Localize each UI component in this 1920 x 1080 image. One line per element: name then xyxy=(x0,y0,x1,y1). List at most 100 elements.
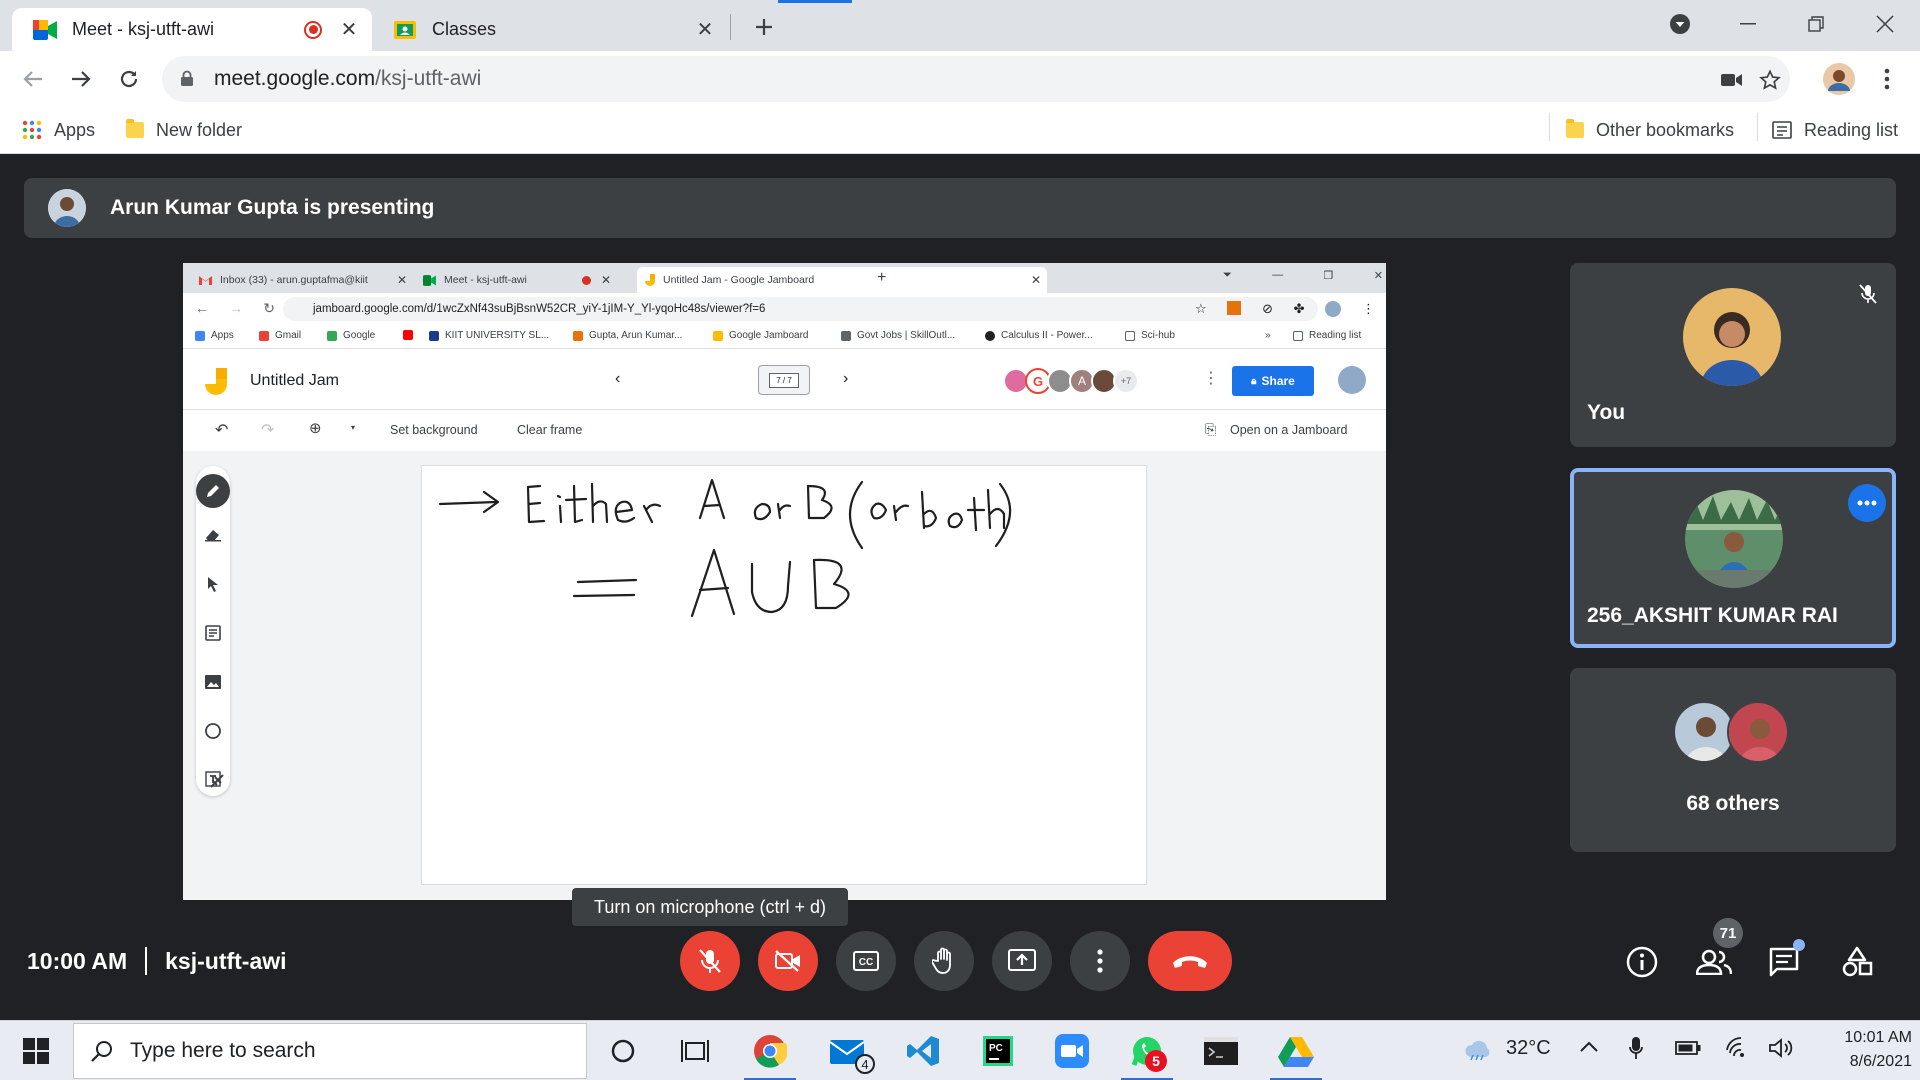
meeting-time: 10:00 AM xyxy=(27,947,128,974)
taskbar-vscode[interactable] xyxy=(893,1025,953,1077)
taskbar-clock[interactable]: 10:01 AM 8/6/2021 xyxy=(1810,1026,1912,1074)
shared-bookmark: Sci-hub xyxy=(1125,330,1175,341)
battery-icon[interactable] xyxy=(1675,1040,1701,1056)
reading-list-icon xyxy=(1772,120,1792,140)
shared-bookmark: Apps xyxy=(195,330,234,341)
image-tool-icon xyxy=(200,669,226,695)
close-window-button[interactable] xyxy=(1850,0,1920,48)
muted-mic-icon xyxy=(1851,277,1885,311)
mail-badge: 4 xyxy=(855,1054,875,1074)
tab-meet[interactable]: Meet - ksj-utft-awi ✕ xyxy=(12,8,372,51)
jamboard-side-tools xyxy=(196,466,230,796)
camera-in-use-icon[interactable] xyxy=(1718,66,1746,94)
bookmark-label: Apps xyxy=(54,119,96,140)
wifi-icon[interactable] xyxy=(1725,1036,1749,1058)
recording-icon xyxy=(581,275,591,285)
svg-text:PC: PC xyxy=(989,1043,1003,1054)
tab-loading-indicator xyxy=(778,0,852,3)
weather-temperature: 32°C xyxy=(1506,1037,1551,1059)
shared-reading-list: Reading list xyxy=(1293,330,1361,341)
frame-indicator: 7 / 7 xyxy=(758,365,810,395)
participant-options-icon[interactable] xyxy=(1848,484,1886,522)
raise-hand-button[interactable] xyxy=(914,931,974,991)
shared-tab-title: Inbox (33) - arun.guptafma@kiit xyxy=(220,274,368,286)
back-button[interactable] xyxy=(14,60,52,98)
browser-tabstrip: Meet - ksj-utft-awi ✕ Classes ✕ xyxy=(0,0,1920,51)
undo-icon: ↶ xyxy=(215,422,229,439)
nav-icons: ← → ↻ xyxy=(195,300,275,317)
participant-tile-akshit[interactable]: 256_AKSHIT KUMAR RAI xyxy=(1570,468,1896,648)
windows-start-button[interactable] xyxy=(6,1025,66,1077)
jamboard-header: Untitled Jam ‹ 7 / 7 › G A +7 ⋮ 🔒︎ Share xyxy=(183,350,1386,410)
profile-icon xyxy=(1325,301,1342,317)
bookmark-new-folder[interactable]: New folder xyxy=(126,116,242,144)
restore-button[interactable] xyxy=(1781,0,1851,48)
shared-toolbar: ← → ↻ jamboard.google.com/d/1wcZxNf43suBjB… xyxy=(183,293,1386,325)
present-screen-button[interactable] xyxy=(992,931,1052,991)
profile-avatar[interactable] xyxy=(1820,60,1858,98)
captions-button[interactable]: CC xyxy=(836,931,896,991)
reload-button[interactable] xyxy=(110,60,148,98)
shared-bookmark: Google Jamboard xyxy=(713,330,809,341)
search-placeholder: Type here to search xyxy=(130,1039,316,1062)
browser-menu-icon[interactable] xyxy=(1868,60,1906,98)
cortana-button[interactable] xyxy=(593,1025,653,1077)
open-on-jamboard-icon: ⎘ xyxy=(1205,421,1217,437)
bookmark-apps[interactable]: Apps xyxy=(22,116,95,144)
bookmark-label: Other bookmarks xyxy=(1596,119,1735,140)
meeting-details-button[interactable] xyxy=(1620,940,1664,984)
leave-call-button[interactable] xyxy=(1148,931,1232,991)
tab-search-button[interactable] xyxy=(1645,0,1715,48)
shared-tabstrip: Inbox (33) - arun.guptafma@kiit ✕ Meet -… xyxy=(183,263,1386,293)
new-tab-button[interactable] xyxy=(748,11,780,43)
minimize-button[interactable] xyxy=(1713,0,1783,48)
microphone-toggle-button[interactable] xyxy=(680,931,740,991)
close-tab-icon[interactable]: ✕ xyxy=(694,19,716,41)
taskbar-google-drive[interactable] xyxy=(1266,1025,1326,1080)
bookmark-label: New folder xyxy=(156,119,243,140)
tab-classes[interactable]: Classes ✕ xyxy=(372,8,728,51)
participants-count-badge: 71 xyxy=(1713,918,1743,948)
taskbar-zoom[interactable] xyxy=(1042,1025,1102,1077)
tab-title: Meet - ksj-utft-awi xyxy=(72,19,215,39)
zoom-dropdown-icon: ▾ xyxy=(351,423,356,432)
close-tab-icon: ✕ xyxy=(396,273,407,287)
close-tab-icon[interactable]: ✕ xyxy=(338,19,360,41)
task-view-button[interactable] xyxy=(665,1025,725,1077)
svg-text:CC: CC xyxy=(859,957,873,968)
taskbar-search-box[interactable]: Type here to search xyxy=(73,1023,587,1079)
more-options-button[interactable] xyxy=(1070,931,1130,991)
puzzle-icon: ✤ xyxy=(1293,301,1305,316)
taskbar-terminal[interactable] xyxy=(1191,1025,1251,1077)
shared-tab-title: Untitled Jam - Google Jamboard xyxy=(663,274,815,286)
taskbar-whatsapp[interactable] xyxy=(1117,1025,1177,1080)
minimize-icon: — xyxy=(1272,269,1284,281)
volume-icon[interactable] xyxy=(1769,1038,1795,1058)
jam-share-button: 🔒︎ Share xyxy=(1232,366,1314,396)
bookmark-separator xyxy=(1549,113,1550,141)
participant-tile-others[interactable]: 68 others xyxy=(1570,668,1896,852)
redo-icon: ↷ xyxy=(261,422,275,439)
tab-separator xyxy=(730,14,731,40)
bookmark-star-icon[interactable] xyxy=(1756,66,1784,94)
new-tab-icon: + xyxy=(877,269,887,286)
shared-bookmark: KIIT UNIVERSITY SL... xyxy=(429,330,549,341)
taskbar-pycharm[interactable]: PC xyxy=(968,1025,1028,1077)
participant-tile-you[interactable]: You xyxy=(1570,263,1896,447)
jamboard-toolbar: ↶ ↷ ⊕ ▾ Set background Clear frame ⎘ Ope… xyxy=(183,411,1386,451)
whatsapp-badge: 5 xyxy=(1145,1050,1167,1072)
bookmark-other[interactable]: Other bookmarks xyxy=(1566,116,1734,144)
meeting-code: ksj-utft-awi xyxy=(165,947,287,974)
collaborators-more: +7 xyxy=(1113,368,1139,394)
microphone-tray-icon[interactable] xyxy=(1629,1036,1643,1060)
forward-icon: → xyxy=(229,300,244,316)
taskbar-chrome[interactable] xyxy=(740,1025,800,1080)
activities-button[interactable] xyxy=(1835,940,1879,984)
reading-list-button[interactable]: Reading list xyxy=(1772,116,1898,144)
participant-avatar xyxy=(1683,288,1781,386)
address-bar[interactable]: meet.google.com/ksj-utft-awi xyxy=(162,56,1790,102)
forward-button[interactable] xyxy=(62,60,100,98)
camera-toggle-button[interactable] xyxy=(758,931,818,991)
url-text: meet.google.com/ksj-utft-awi xyxy=(214,67,482,90)
show-hidden-icons[interactable] xyxy=(1580,1041,1598,1053)
